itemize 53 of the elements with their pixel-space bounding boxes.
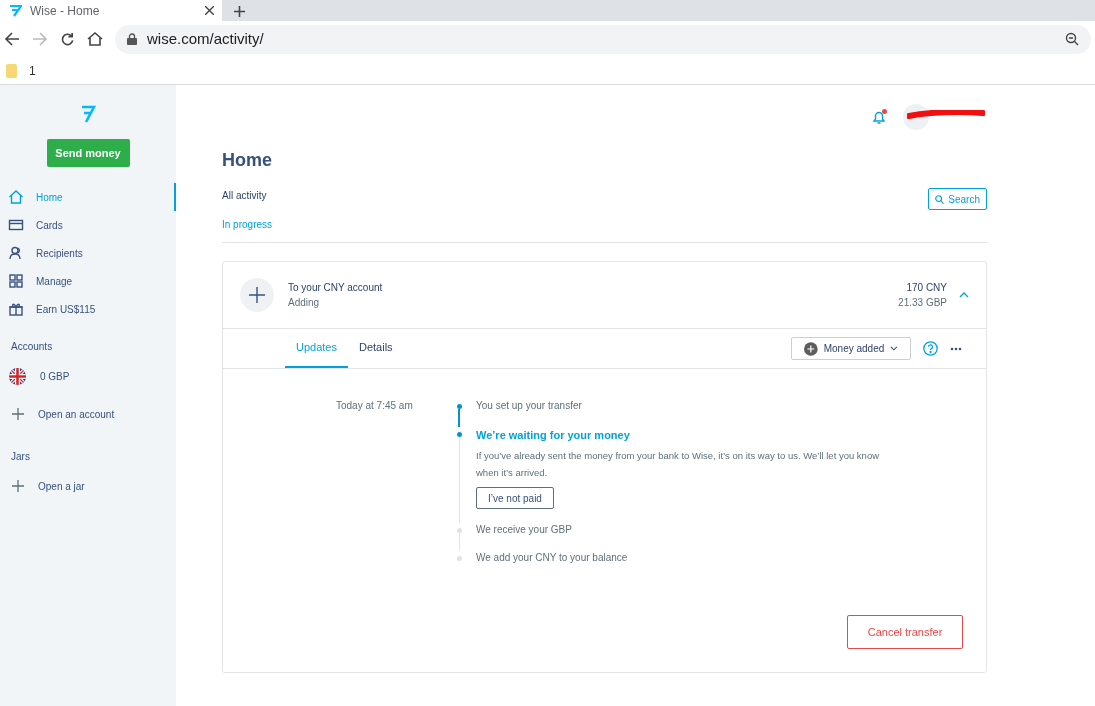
stage-dropdown[interactable]: Money added xyxy=(791,337,911,360)
page-title: Home xyxy=(222,149,273,172)
more-icon[interactable] xyxy=(950,346,962,351)
nav-item[interactable]: Manage xyxy=(0,267,176,295)
nav-item[interactable]: Recipients xyxy=(0,239,176,267)
card-icon xyxy=(8,217,24,233)
search-icon xyxy=(935,194,945,204)
step-description: If you’ve already sent the money from your bank to Wise, it’s on its way to us. We’ll let you know when it’s arrived. xyxy=(476,449,881,480)
section-heading: Jars xyxy=(10,449,31,464)
section-heading: Accounts xyxy=(10,339,54,354)
people-icon xyxy=(8,245,24,261)
add-item[interactable]: Open a jar xyxy=(0,467,176,505)
logo-icon xyxy=(8,4,22,17)
home-icon xyxy=(8,189,24,205)
zoom-icon[interactable] xyxy=(1065,32,1079,46)
plus-icon xyxy=(12,480,24,492)
back-icon[interactable] xyxy=(4,31,20,47)
home-icon[interactable] xyxy=(87,31,103,47)
plus-circle-icon xyxy=(804,340,818,357)
tab[interactable]: Details xyxy=(348,329,404,368)
step-title: You set up your transfer xyxy=(476,399,582,413)
chevron-icon[interactable] xyxy=(959,292,969,298)
folder-icon xyxy=(6,63,17,78)
nav-item[interactable]: Cards xyxy=(0,211,176,239)
bell-icon[interactable] xyxy=(871,109,887,125)
step-line xyxy=(458,409,460,427)
lock-icon xyxy=(127,33,137,45)
transfer-status: Adding xyxy=(288,296,321,310)
grid-icon xyxy=(8,273,24,289)
transfer-title: To your CNY account xyxy=(288,281,384,295)
source-amount: 21.33 GBP xyxy=(898,296,947,310)
amount: 170 CNY xyxy=(906,281,947,295)
gift-icon xyxy=(8,301,24,317)
flag-icon xyxy=(9,367,26,385)
timestamp: Today at 7:45 am xyxy=(336,399,414,413)
not-paid-button[interactable]: I’ve not paid xyxy=(476,487,554,509)
close-icon[interactable] xyxy=(205,6,214,15)
nav-item[interactable]: Earn US$115 xyxy=(0,295,176,323)
caret-icon xyxy=(890,346,898,351)
new-tab-icon[interactable] xyxy=(234,6,245,17)
cancel-transfer-button[interactable]: Cancel transfer xyxy=(847,615,963,649)
url-text: wise.com/activity/ xyxy=(147,28,265,49)
help-icon[interactable] xyxy=(923,341,938,356)
reload-icon[interactable] xyxy=(60,31,75,47)
step-title: We’re waiting for your money xyxy=(476,428,631,442)
add-item[interactable]: Open an account xyxy=(0,395,176,433)
plus-icon xyxy=(12,408,24,420)
filter-link[interactable]: All activity xyxy=(222,188,273,203)
step-title: We receive your GBP xyxy=(476,523,572,537)
step-title: We add your CNY to your balance xyxy=(476,551,628,565)
account-item[interactable]: 0 GBP xyxy=(0,357,176,395)
bookmark[interactable]: 1 xyxy=(29,61,36,80)
address-bar[interactable]: wise.com/activity/ xyxy=(115,24,1091,54)
